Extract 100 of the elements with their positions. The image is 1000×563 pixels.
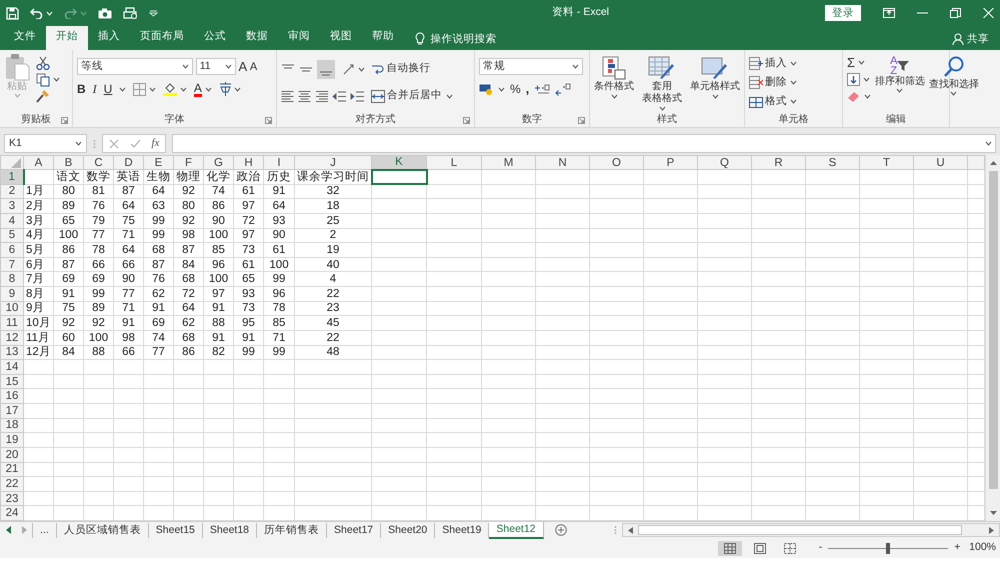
decrease-indent-icon[interactable] <box>332 90 346 102</box>
dialog-launcher-icon[interactable] <box>61 117 68 124</box>
dialog-launcher-icon[interactable] <box>578 117 585 124</box>
column-header[interactable]: T <box>860 156 914 170</box>
login-button[interactable]: 登录 <box>825 5 861 21</box>
scroll-left-icon[interactable] <box>626 526 635 534</box>
menu-tab[interactable]: 文件 <box>4 26 46 50</box>
column-header[interactable]: M <box>482 156 536 170</box>
ribbon-display-icon[interactable] <box>883 8 895 18</box>
caret-icon[interactable] <box>858 60 865 65</box>
underline-button[interactable]: U <box>104 80 112 98</box>
row-header[interactable]: 20 <box>0 447 24 462</box>
cells-menu-button[interactable]: 格式 <box>749 94 787 110</box>
shrink-font-button[interactable]: A <box>250 60 258 74</box>
caret-icon[interactable] <box>446 94 453 98</box>
column-header[interactable]: E <box>144 156 174 170</box>
row-header[interactable]: 19 <box>0 432 24 448</box>
sort-filter-button[interactable]: A Z 排序和筛选 <box>874 56 925 112</box>
zoom-in-button[interactable]: + <box>954 540 960 556</box>
row-header[interactable]: 2 <box>0 184 24 199</box>
column-header[interactable]: L <box>426 156 482 170</box>
wrap-text-button[interactable]: 自动换行 <box>371 61 430 77</box>
caret-icon[interactable] <box>149 86 156 92</box>
scroll-thumb[interactable] <box>638 525 962 535</box>
caret-icon[interactable] <box>950 91 958 96</box>
row-header[interactable]: 8 <box>0 272 24 286</box>
row-header[interactable]: 13 <box>0 345 24 360</box>
scissors-icon[interactable] <box>36 56 50 70</box>
caret-icon[interactable] <box>204 86 212 92</box>
menu-tab[interactable]: 视图 <box>320 26 362 50</box>
row-header[interactable]: 6 <box>0 242 24 258</box>
row-header[interactable]: 12 <box>0 330 24 345</box>
comma-style-button[interactable]: , <box>526 79 530 99</box>
customize-icon[interactable] <box>148 10 158 16</box>
menu-tab[interactable]: 页面布局 <box>130 26 194 50</box>
scroll-right-icon[interactable] <box>987 526 996 534</box>
caret-icon[interactable] <box>790 61 797 66</box>
name-box[interactable]: K1 <box>4 134 87 153</box>
caret-icon[interactable] <box>790 98 797 104</box>
row-header[interactable]: 23 <box>0 491 24 506</box>
column-header[interactable]: G <box>204 156 234 170</box>
number-format-select[interactable]: 常规 <box>479 58 583 75</box>
insert-function-button[interactable]: fx <box>152 135 160 152</box>
row-header[interactable]: 18 <box>0 418 24 433</box>
merge-center-button[interactable]: 合并后居中 <box>370 88 442 104</box>
menu-tab[interactable]: 开始 <box>46 26 88 50</box>
caret-icon[interactable] <box>658 106 666 111</box>
close-icon[interactable] <box>983 8 994 18</box>
column-header[interactable]: Q <box>698 156 752 170</box>
previous-sheet-icon[interactable] <box>6 526 10 534</box>
share-button[interactable]: 共享 <box>967 32 989 48</box>
menu-tab[interactable]: 数据 <box>236 26 278 50</box>
caret-icon[interactable] <box>182 64 189 69</box>
tell-me-search[interactable]: 操作说明搜索 <box>430 32 496 48</box>
row-header[interactable]: 1 <box>0 170 24 184</box>
menu-tab[interactable]: 公式 <box>194 26 236 50</box>
caret-icon[interactable] <box>52 77 60 82</box>
percent-button[interactable]: % <box>510 80 521 98</box>
caret-icon[interactable] <box>358 66 364 72</box>
restore-icon[interactable] <box>950 8 961 18</box>
row-header[interactable]: 9 <box>0 286 24 302</box>
cells-menu-button[interactable]: 删除 <box>749 74 787 90</box>
row-header[interactable]: 11 <box>0 316 24 330</box>
align-left-icon[interactable] <box>281 90 294 102</box>
formula-input[interactable] <box>172 134 996 153</box>
scroll-thumb[interactable] <box>988 171 998 489</box>
row-header[interactable]: 15 <box>0 374 24 389</box>
caret-icon[interactable] <box>862 77 870 82</box>
split-handle-icon[interactable] <box>614 525 616 535</box>
align-right-icon[interactable] <box>315 90 328 102</box>
row-header[interactable]: 5 <box>0 228 24 243</box>
print-preview-icon[interactable] <box>122 6 138 20</box>
row-header[interactable]: 17 <box>0 404 24 418</box>
column-header[interactable]: B <box>54 156 84 170</box>
column-header[interactable]: K <box>372 156 426 170</box>
decrease-decimal-icon[interactable] <box>555 82 572 96</box>
view-button[interactable] <box>718 540 742 556</box>
orientation-icon[interactable] <box>342 62 355 76</box>
caret-icon[interactable] <box>864 94 871 98</box>
menu-tab[interactable]: 帮助 <box>362 26 404 50</box>
camera-icon[interactable] <box>98 8 112 18</box>
caret-icon[interactable] <box>75 141 82 146</box>
style-gallery-button[interactable]: 条件格式 <box>594 56 634 112</box>
save-icon[interactable] <box>6 6 19 20</box>
fill-down-icon[interactable] <box>847 73 860 86</box>
row-header[interactable]: 16 <box>0 388 24 404</box>
undo-icon[interactable] <box>30 7 43 19</box>
column-header[interactable]: J <box>294 156 372 170</box>
autosum-button[interactable]: Σ <box>847 56 856 69</box>
column-header[interactable]: I <box>264 156 294 170</box>
format-painter-icon[interactable] <box>36 89 50 104</box>
column-header[interactable]: N <box>536 156 590 170</box>
increase-decimal-icon[interactable] <box>534 82 550 96</box>
caret-icon[interactable] <box>572 64 579 69</box>
row-header[interactable]: 4 <box>0 213 24 228</box>
column-header[interactable]: H <box>234 156 264 170</box>
font-name-select[interactable]: 等线 <box>77 58 193 75</box>
column-header[interactable]: O <box>590 156 644 170</box>
caret-icon[interactable] <box>119 86 126 92</box>
row-header[interactable]: 3 <box>0 198 24 214</box>
